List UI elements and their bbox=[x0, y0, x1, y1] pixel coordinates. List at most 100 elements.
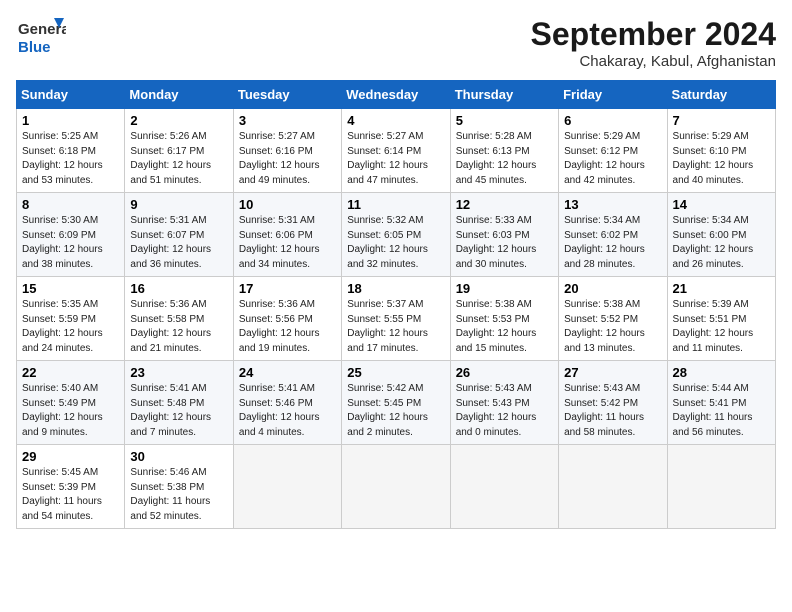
day-number: 27 bbox=[564, 365, 661, 380]
day-info: Sunrise: 5:41 AM Sunset: 5:46 PM Dayligh… bbox=[239, 382, 336, 440]
day-number: 2 bbox=[130, 113, 227, 128]
day-cell-5: 5 Sunrise: 5:28 AM Sunset: 6:13 PM Dayli… bbox=[450, 109, 558, 193]
day-info: Sunrise: 5:38 AM Sunset: 5:53 PM Dayligh… bbox=[456, 298, 553, 356]
week-row-1: 1 Sunrise: 5:25 AM Sunset: 6:18 PM Dayli… bbox=[17, 109, 776, 193]
day-cell-11: 11 Sunrise: 5:32 AM Sunset: 6:05 PM Dayl… bbox=[342, 193, 450, 277]
day-cell-26: 26 Sunrise: 5:43 AM Sunset: 5:43 PM Dayl… bbox=[450, 361, 558, 445]
calendar-header-row: SundayMondayTuesdayWednesdayThursdayFrid… bbox=[17, 81, 776, 109]
day-cell-27: 27 Sunrise: 5:43 AM Sunset: 5:42 PM Dayl… bbox=[559, 361, 667, 445]
day-cell-29: 29 Sunrise: 5:45 AM Sunset: 5:39 PM Dayl… bbox=[17, 445, 125, 529]
day-cell-17: 17 Sunrise: 5:36 AM Sunset: 5:56 PM Dayl… bbox=[233, 277, 341, 361]
week-row-5: 29 Sunrise: 5:45 AM Sunset: 5:39 PM Dayl… bbox=[17, 445, 776, 529]
day-info: Sunrise: 5:34 AM Sunset: 6:02 PM Dayligh… bbox=[564, 214, 661, 272]
logo-svg: General Blue bbox=[16, 16, 66, 61]
day-number: 9 bbox=[130, 197, 227, 212]
day-cell-8: 8 Sunrise: 5:30 AM Sunset: 6:09 PM Dayli… bbox=[17, 193, 125, 277]
day-cell-20: 20 Sunrise: 5:38 AM Sunset: 5:52 PM Dayl… bbox=[559, 277, 667, 361]
header-wednesday: Wednesday bbox=[342, 81, 450, 109]
day-cell-19: 19 Sunrise: 5:38 AM Sunset: 5:53 PM Dayl… bbox=[450, 277, 558, 361]
day-cell-18: 18 Sunrise: 5:37 AM Sunset: 5:55 PM Dayl… bbox=[342, 277, 450, 361]
day-info: Sunrise: 5:36 AM Sunset: 5:56 PM Dayligh… bbox=[239, 298, 336, 356]
day-cell-24: 24 Sunrise: 5:41 AM Sunset: 5:46 PM Dayl… bbox=[233, 361, 341, 445]
day-info: Sunrise: 5:28 AM Sunset: 6:13 PM Dayligh… bbox=[456, 130, 553, 188]
day-info: Sunrise: 5:40 AM Sunset: 5:49 PM Dayligh… bbox=[22, 382, 119, 440]
day-number: 10 bbox=[239, 197, 336, 212]
day-cell-7: 7 Sunrise: 5:29 AM Sunset: 6:10 PM Dayli… bbox=[667, 109, 775, 193]
day-cell-21: 21 Sunrise: 5:39 AM Sunset: 5:51 PM Dayl… bbox=[667, 277, 775, 361]
day-cell-10: 10 Sunrise: 5:31 AM Sunset: 6:06 PM Dayl… bbox=[233, 193, 341, 277]
day-number: 7 bbox=[673, 113, 770, 128]
day-info: Sunrise: 5:44 AM Sunset: 5:41 PM Dayligh… bbox=[673, 382, 770, 440]
week-row-2: 8 Sunrise: 5:30 AM Sunset: 6:09 PM Dayli… bbox=[17, 193, 776, 277]
day-number: 8 bbox=[22, 197, 119, 212]
day-number: 14 bbox=[673, 197, 770, 212]
location-title: Chakaray, Kabul, Afghanistan bbox=[531, 53, 776, 70]
day-number: 19 bbox=[456, 281, 553, 296]
day-number: 29 bbox=[22, 449, 119, 464]
day-cell-15: 15 Sunrise: 5:35 AM Sunset: 5:59 PM Dayl… bbox=[17, 277, 125, 361]
day-info: Sunrise: 5:39 AM Sunset: 5:51 PM Dayligh… bbox=[673, 298, 770, 356]
day-number: 16 bbox=[130, 281, 227, 296]
day-info: Sunrise: 5:41 AM Sunset: 5:48 PM Dayligh… bbox=[130, 382, 227, 440]
day-cell-28: 28 Sunrise: 5:44 AM Sunset: 5:41 PM Dayl… bbox=[667, 361, 775, 445]
day-cell-2: 2 Sunrise: 5:26 AM Sunset: 6:17 PM Dayli… bbox=[125, 109, 233, 193]
day-info: Sunrise: 5:26 AM Sunset: 6:17 PM Dayligh… bbox=[130, 130, 227, 188]
day-cell-12: 12 Sunrise: 5:33 AM Sunset: 6:03 PM Dayl… bbox=[450, 193, 558, 277]
month-title: September 2024 bbox=[531, 16, 776, 53]
day-info: Sunrise: 5:46 AM Sunset: 5:38 PM Dayligh… bbox=[130, 466, 227, 524]
day-number: 30 bbox=[130, 449, 227, 464]
day-number: 23 bbox=[130, 365, 227, 380]
empty-cell bbox=[233, 445, 341, 529]
day-number: 1 bbox=[22, 113, 119, 128]
day-number: 25 bbox=[347, 365, 444, 380]
day-cell-9: 9 Sunrise: 5:31 AM Sunset: 6:07 PM Dayli… bbox=[125, 193, 233, 277]
calendar-table: SundayMondayTuesdayWednesdayThursdayFrid… bbox=[16, 80, 776, 529]
svg-text:Blue: Blue bbox=[18, 39, 51, 56]
day-info: Sunrise: 5:43 AM Sunset: 5:43 PM Dayligh… bbox=[456, 382, 553, 440]
day-cell-30: 30 Sunrise: 5:46 AM Sunset: 5:38 PM Dayl… bbox=[125, 445, 233, 529]
day-info: Sunrise: 5:30 AM Sunset: 6:09 PM Dayligh… bbox=[22, 214, 119, 272]
day-number: 13 bbox=[564, 197, 661, 212]
day-number: 15 bbox=[22, 281, 119, 296]
day-number: 18 bbox=[347, 281, 444, 296]
header-friday: Friday bbox=[559, 81, 667, 109]
day-info: Sunrise: 5:33 AM Sunset: 6:03 PM Dayligh… bbox=[456, 214, 553, 272]
day-number: 4 bbox=[347, 113, 444, 128]
day-number: 6 bbox=[564, 113, 661, 128]
day-info: Sunrise: 5:34 AM Sunset: 6:00 PM Dayligh… bbox=[673, 214, 770, 272]
empty-cell bbox=[450, 445, 558, 529]
empty-cell bbox=[559, 445, 667, 529]
day-info: Sunrise: 5:31 AM Sunset: 6:06 PM Dayligh… bbox=[239, 214, 336, 272]
day-number: 3 bbox=[239, 113, 336, 128]
day-info: Sunrise: 5:36 AM Sunset: 5:58 PM Dayligh… bbox=[130, 298, 227, 356]
day-number: 22 bbox=[22, 365, 119, 380]
week-row-4: 22 Sunrise: 5:40 AM Sunset: 5:49 PM Dayl… bbox=[17, 361, 776, 445]
day-cell-14: 14 Sunrise: 5:34 AM Sunset: 6:00 PM Dayl… bbox=[667, 193, 775, 277]
day-info: Sunrise: 5:35 AM Sunset: 5:59 PM Dayligh… bbox=[22, 298, 119, 356]
day-cell-22: 22 Sunrise: 5:40 AM Sunset: 5:49 PM Dayl… bbox=[17, 361, 125, 445]
header-monday: Monday bbox=[125, 81, 233, 109]
day-info: Sunrise: 5:25 AM Sunset: 6:18 PM Dayligh… bbox=[22, 130, 119, 188]
day-info: Sunrise: 5:42 AM Sunset: 5:45 PM Dayligh… bbox=[347, 382, 444, 440]
day-number: 5 bbox=[456, 113, 553, 128]
day-number: 26 bbox=[456, 365, 553, 380]
day-info: Sunrise: 5:38 AM Sunset: 5:52 PM Dayligh… bbox=[564, 298, 661, 356]
day-cell-25: 25 Sunrise: 5:42 AM Sunset: 5:45 PM Dayl… bbox=[342, 361, 450, 445]
day-info: Sunrise: 5:27 AM Sunset: 6:16 PM Dayligh… bbox=[239, 130, 336, 188]
day-cell-13: 13 Sunrise: 5:34 AM Sunset: 6:02 PM Dayl… bbox=[559, 193, 667, 277]
day-number: 12 bbox=[456, 197, 553, 212]
day-cell-23: 23 Sunrise: 5:41 AM Sunset: 5:48 PM Dayl… bbox=[125, 361, 233, 445]
day-info: Sunrise: 5:32 AM Sunset: 6:05 PM Dayligh… bbox=[347, 214, 444, 272]
day-info: Sunrise: 5:31 AM Sunset: 6:07 PM Dayligh… bbox=[130, 214, 227, 272]
logo: General Blue bbox=[16, 16, 66, 61]
week-row-3: 15 Sunrise: 5:35 AM Sunset: 5:59 PM Dayl… bbox=[17, 277, 776, 361]
day-number: 24 bbox=[239, 365, 336, 380]
header-sunday: Sunday bbox=[17, 81, 125, 109]
day-cell-3: 3 Sunrise: 5:27 AM Sunset: 6:16 PM Dayli… bbox=[233, 109, 341, 193]
day-cell-1: 1 Sunrise: 5:25 AM Sunset: 6:18 PM Dayli… bbox=[17, 109, 125, 193]
day-cell-16: 16 Sunrise: 5:36 AM Sunset: 5:58 PM Dayl… bbox=[125, 277, 233, 361]
header-thursday: Thursday bbox=[450, 81, 558, 109]
day-info: Sunrise: 5:45 AM Sunset: 5:39 PM Dayligh… bbox=[22, 466, 119, 524]
day-info: Sunrise: 5:29 AM Sunset: 6:10 PM Dayligh… bbox=[673, 130, 770, 188]
day-info: Sunrise: 5:43 AM Sunset: 5:42 PM Dayligh… bbox=[564, 382, 661, 440]
